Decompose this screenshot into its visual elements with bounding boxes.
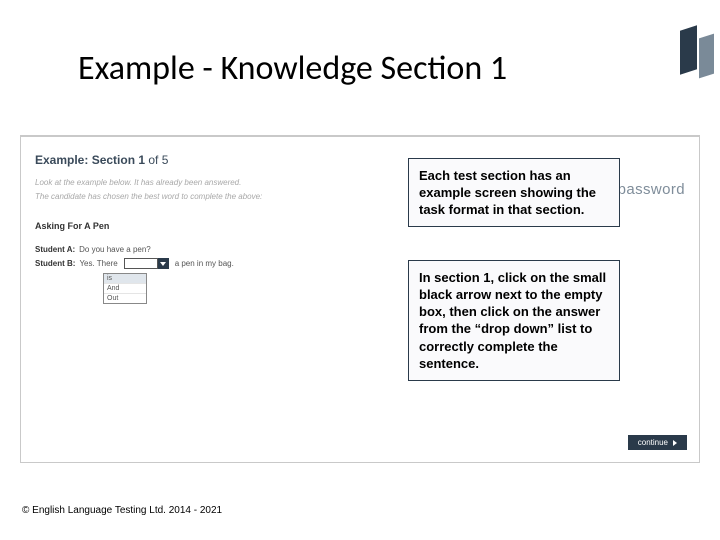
dropdown-box[interactable]	[124, 258, 158, 269]
dropdown-options[interactable]: is And Out	[103, 273, 147, 304]
chevron-down-icon[interactable]	[158, 258, 169, 269]
triangle-right-icon	[673, 440, 677, 446]
dropdown-option[interactable]: is	[104, 274, 146, 284]
answer-dropdown[interactable]	[124, 258, 169, 269]
student-b-after: a pen in my bag.	[175, 259, 234, 268]
dropdown-option[interactable]: Out	[104, 294, 146, 303]
continue-button[interactable]: continue	[628, 435, 687, 450]
callout-top: Each test section has an example screen …	[408, 158, 620, 227]
brand-text: password	[618, 181, 685, 198]
student-a-label: Student A:	[35, 245, 75, 254]
slide-title: Example - Knowledge Section 1	[78, 48, 507, 89]
copyright-text: © English Language Testing Ltd. 2014 - 2…	[22, 505, 222, 516]
dropdown-option[interactable]: And	[104, 284, 146, 294]
student-b-label: Student B:	[35, 259, 75, 268]
example-heading-rest: of 5	[145, 153, 168, 167]
callout-bottom: In section 1, click on the small black a…	[408, 260, 620, 381]
student-a-text: Do you have a pen?	[79, 245, 151, 254]
continue-label: continue	[638, 438, 668, 447]
example-heading-bold: Example: Section 1	[35, 153, 145, 167]
dialogue-line-a: Student A: Do you have a pen?	[35, 245, 685, 254]
student-b-before: Yes. There	[79, 259, 117, 268]
corner-logo-icon	[658, 28, 716, 98]
